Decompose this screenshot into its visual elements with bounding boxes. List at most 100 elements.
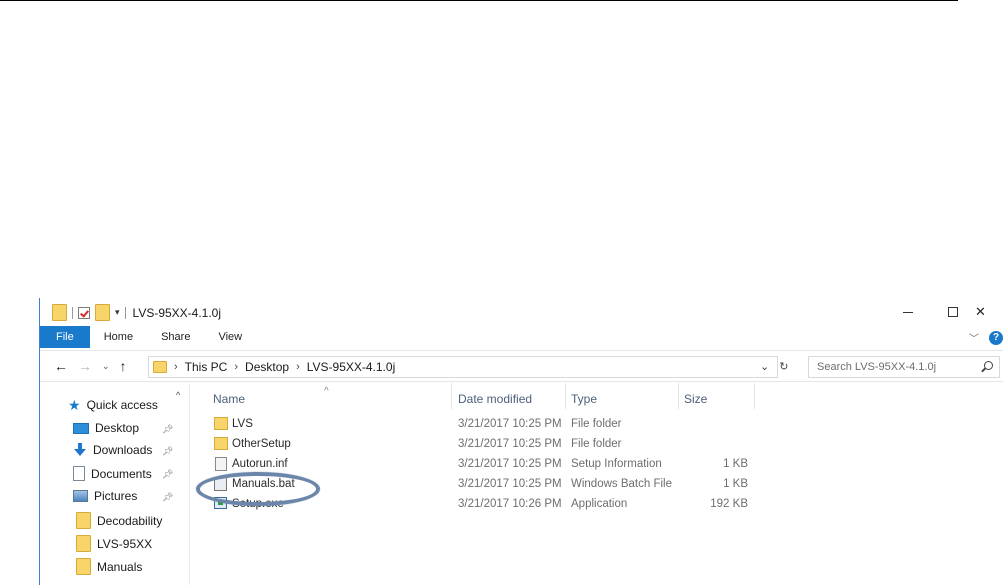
- file-name: OtherSetup: [232, 438, 291, 450]
- file-type: File folder: [571, 438, 622, 450]
- top-rule: [0, 0, 958, 1]
- scroll-up-icon[interactable]: ^: [176, 390, 180, 400]
- navigation-buttons: ← → ⌄ ↑: [54, 358, 127, 374]
- back-arrow-icon[interactable]: ←: [54, 358, 68, 374]
- pin-icon[interactable]: 📌︎: [162, 446, 173, 457]
- pin-icon[interactable]: 📌︎: [162, 424, 173, 435]
- search-input[interactable]: Search LVS-95XX-4.1.0j: [808, 356, 1000, 378]
- sort-ascending-icon: ^: [324, 386, 329, 397]
- sidebar-item-label: Manuals: [97, 559, 143, 574]
- tab-view[interactable]: View: [204, 326, 256, 348]
- column-header-name[interactable]: Name: [213, 392, 245, 406]
- file-size: 1 KB: [723, 478, 748, 490]
- file-date: 3/21/2017 10:25 PM: [458, 478, 562, 490]
- sidebar-item-manuals[interactable]: Manuals: [76, 558, 142, 575]
- tab-share[interactable]: Share: [147, 326, 204, 348]
- minimize-icon: [902, 311, 913, 313]
- address-actions: ⌄ ↻: [760, 360, 788, 373]
- tab-home[interactable]: Home: [90, 326, 147, 348]
- table-row[interactable]: Setup.exe 3/21/2017 10:26 PM Application…: [191, 495, 1003, 515]
- column-divider[interactable]: [754, 383, 755, 409]
- setup-info-icon: [215, 457, 227, 471]
- search-placeholder: Search LVS-95XX-4.1.0j: [817, 361, 937, 373]
- address-dropdown-icon[interactable]: ⌄: [760, 360, 769, 373]
- table-row[interactable]: Autorun.inf 3/21/2017 10:25 PM Setup Inf…: [191, 455, 1003, 475]
- search-icon: [984, 361, 993, 370]
- highlight-ellipse: [196, 472, 320, 506]
- folder-icon: [214, 437, 228, 450]
- tab-file[interactable]: File: [40, 326, 90, 348]
- file-type: Application: [571, 498, 628, 510]
- recent-locations-icon[interactable]: ⌄: [102, 361, 110, 372]
- navigation-pane: ^ ★ Quick access Desktop 📌︎ Downloads 📌︎…: [40, 383, 190, 585]
- window-title: LVS-95XX-4.1.0j: [132, 305, 222, 320]
- pictures-icon: [73, 490, 88, 502]
- sidebar-item-label: Pictures: [94, 489, 138, 503]
- breadcrumb-current-folder[interactable]: LVS-95XX-4.1.0j: [307, 360, 396, 374]
- sidebar-item-downloads[interactable]: Downloads: [73, 443, 152, 457]
- breadcrumb-desktop[interactable]: Desktop: [245, 360, 289, 374]
- file-name: LVS: [232, 418, 253, 430]
- close-button[interactable]: ✕: [975, 298, 1003, 326]
- help-icon[interactable]: ?: [989, 330, 1003, 345]
- minimize-button[interactable]: [885, 298, 930, 326]
- refresh-icon[interactable]: ↻: [779, 360, 788, 373]
- separator: [72, 306, 73, 319]
- sidebar-item-decodability[interactable]: Decodability: [76, 512, 162, 529]
- sidebar-item-quick-access[interactable]: ★ Quick access: [68, 398, 158, 412]
- window-controls: ✕: [885, 298, 1003, 326]
- up-arrow-icon[interactable]: ↑: [120, 358, 127, 374]
- table-row[interactable]: OtherSetup 3/21/2017 10:25 PM File folde…: [191, 435, 1003, 455]
- sidebar-item-label: LVS-95XX: [97, 536, 153, 551]
- expand-ribbon-icon[interactable]: ﹀: [969, 330, 979, 345]
- column-divider[interactable]: [678, 383, 679, 409]
- address-bar[interactable]: › This PC › Desktop › LVS-95XX-4.1.0j: [148, 356, 778, 378]
- file-date: 3/21/2017 10:25 PM: [458, 458, 562, 470]
- sidebar-item-pictures[interactable]: Pictures: [73, 489, 137, 503]
- pin-icon[interactable]: 📌︎: [162, 492, 173, 503]
- sidebar-item-label: Desktop: [95, 421, 140, 435]
- new-folder-icon[interactable]: [95, 304, 110, 321]
- title-bar: ▾ LVS-95XX-4.1.0j ✕: [40, 298, 1003, 326]
- separator: [124, 306, 126, 319]
- folder-icon: [153, 361, 167, 373]
- file-type: Windows Batch File: [571, 478, 672, 490]
- file-size: 192 KB: [710, 498, 748, 510]
- column-header-type[interactable]: Type: [571, 392, 597, 406]
- desktop-icon: [73, 422, 89, 434]
- chevron-right-icon: ›: [296, 361, 300, 373]
- file-date: 3/21/2017 10:25 PM: [458, 438, 562, 450]
- folder-icon: [76, 558, 91, 575]
- table-row[interactable]: LVS 3/21/2017 10:25 PM File folder: [191, 415, 1003, 435]
- maximize-button[interactable]: [930, 298, 975, 326]
- address-row: ← → ⌄ ↑ › This PC › Desktop › LVS-95XX-4…: [40, 350, 1003, 382]
- sidebar-item-label: Quick access: [86, 398, 158, 412]
- sidebar-item-documents[interactable]: Documents: [73, 466, 152, 481]
- properties-icon[interactable]: [78, 306, 90, 319]
- column-divider[interactable]: [565, 383, 566, 409]
- chevron-right-icon: ›: [174, 361, 178, 373]
- sidebar-item-desktop[interactable]: Desktop: [73, 421, 139, 435]
- sidebar-item-label: Downloads: [93, 443, 153, 457]
- pin-icon[interactable]: 📌︎: [162, 469, 173, 480]
- file-name: Autorun.inf: [232, 458, 288, 470]
- maximize-icon: [947, 307, 958, 317]
- file-size: 1 KB: [723, 458, 748, 470]
- quick-access-toolbar: ▾ LVS-95XX-4.1.0j: [52, 304, 221, 321]
- customize-toolbar-icon[interactable]: ▾: [115, 307, 120, 318]
- folder-icon: [52, 304, 67, 321]
- ribbon-right: ﹀ ?: [969, 330, 1003, 345]
- star-icon: ★: [68, 397, 81, 413]
- column-header-date-modified[interactable]: Date modified: [458, 392, 532, 406]
- breadcrumb-this-pc[interactable]: This PC: [185, 360, 228, 374]
- forward-arrow-icon[interactable]: →: [78, 358, 92, 374]
- download-icon: [73, 443, 87, 457]
- folder-icon: [214, 417, 228, 430]
- close-icon: ✕: [975, 304, 986, 319]
- column-divider[interactable]: [451, 383, 452, 409]
- documents-icon: [73, 466, 85, 481]
- ribbon-tabs: File Home Share View ﹀ ?: [40, 326, 1003, 348]
- column-header-size[interactable]: Size: [684, 392, 707, 406]
- sidebar-item-lvs-95xx[interactable]: LVS-95XX: [76, 535, 152, 552]
- file-type: Setup Information: [571, 458, 662, 470]
